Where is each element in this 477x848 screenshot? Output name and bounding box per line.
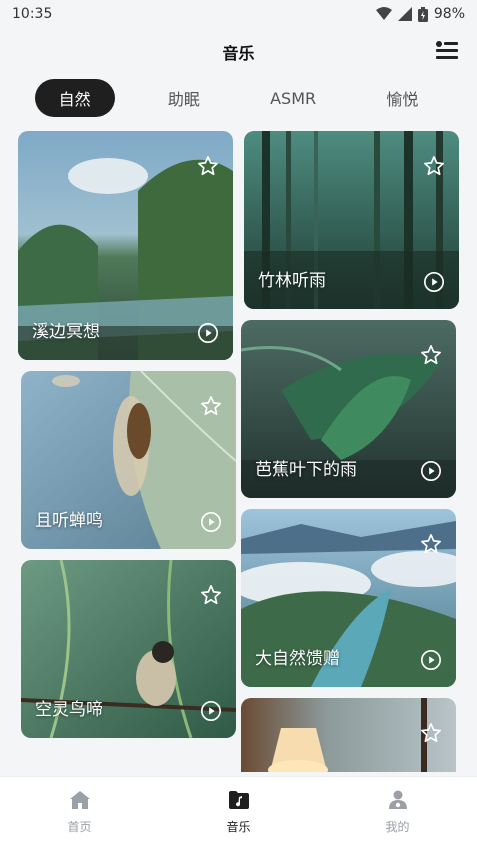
nav-home-label: 首页 — [67, 820, 92, 834]
favorite-button[interactable] — [200, 395, 222, 417]
battery-icon — [417, 6, 428, 22]
bottom-nav: 首页 音乐 我的 — [0, 776, 477, 848]
favorite-button[interactable] — [423, 155, 445, 177]
header: 音乐 — [0, 30, 477, 74]
star-icon — [424, 156, 444, 176]
play-icon — [201, 512, 221, 532]
card-lamp-rain[interactable] — [241, 698, 456, 772]
star-icon — [421, 534, 441, 554]
nav-music[interactable]: 音乐 — [189, 790, 289, 835]
play-button[interactable] — [200, 700, 222, 722]
battery-level: 98% — [433, 6, 465, 22]
play-button[interactable] — [423, 271, 445, 293]
card-title: 大自然馈赠 — [255, 649, 340, 669]
tab-asmr[interactable]: ASMR — [253, 79, 333, 117]
favorite-button[interactable] — [420, 344, 442, 366]
play-icon — [198, 323, 218, 343]
play-icon — [421, 650, 441, 670]
play-icon — [424, 272, 444, 292]
tab-joy[interactable]: 愉悦 — [362, 79, 442, 117]
profile-icon — [387, 790, 409, 814]
play-button[interactable] — [200, 511, 222, 533]
card-title: 且听蝉鸣 — [35, 511, 103, 531]
play-button[interactable] — [420, 460, 442, 482]
favorite-button[interactable] — [420, 722, 442, 744]
card-cicada-song[interactable]: 且听蝉鸣 — [21, 371, 236, 549]
favorite-button[interactable] — [200, 584, 222, 606]
status-bar: 10:35 98% — [0, 0, 477, 28]
card-title: 芭蕉叶下的雨 — [255, 460, 357, 480]
signal-icon — [397, 7, 412, 21]
card-banana-leaf-rain[interactable]: 芭蕉叶下的雨 — [241, 320, 456, 498]
status-icons: 98% — [375, 6, 465, 22]
status-time: 10:35 — [12, 6, 53, 22]
star-icon — [198, 156, 218, 176]
nav-profile[interactable]: 我的 — [348, 790, 448, 835]
card-bamboo-rain[interactable]: 竹林听雨 — [244, 131, 459, 309]
tab-nature[interactable]: 自然 — [34, 79, 115, 117]
play-icon — [421, 461, 441, 481]
favorite-button[interactable] — [197, 155, 219, 177]
category-tabs: 自然 助眠 ASMR 愉悦 — [0, 78, 477, 118]
card-nature-gift[interactable]: 大自然馈赠 — [241, 509, 456, 687]
music-folder-icon — [228, 790, 250, 814]
playlist-menu-icon — [435, 40, 459, 64]
page-title: 音乐 — [222, 44, 255, 63]
card-stream-meditation[interactable]: 溪边冥想 — [18, 131, 233, 360]
card-ethereal-birdsong[interactable]: 空灵鸟啼 — [21, 560, 236, 738]
star-icon — [201, 585, 221, 605]
card-title: 竹林听雨 — [258, 271, 326, 291]
wifi-icon — [375, 7, 392, 21]
home-icon — [69, 790, 91, 814]
play-button[interactable] — [197, 322, 219, 344]
star-icon — [421, 345, 441, 365]
nav-profile-label: 我的 — [385, 820, 410, 834]
card-title: 溪边冥想 — [32, 322, 100, 342]
card-title: 空灵鸟啼 — [35, 700, 103, 720]
playlist-menu-button[interactable] — [433, 38, 461, 66]
nav-home[interactable]: 首页 — [30, 790, 130, 835]
nav-music-label: 音乐 — [226, 820, 251, 834]
play-button[interactable] — [420, 649, 442, 671]
play-icon — [201, 701, 221, 721]
tab-sleep[interactable]: 助眠 — [144, 79, 224, 117]
star-icon — [201, 396, 221, 416]
star-icon — [421, 723, 441, 743]
music-card-grid: 溪边冥想 竹林听雨 且听蝉鸣 芭蕉叶下的雨 空灵鸟啼 大自然馈赠 — [0, 128, 477, 772]
favorite-button[interactable] — [420, 533, 442, 555]
